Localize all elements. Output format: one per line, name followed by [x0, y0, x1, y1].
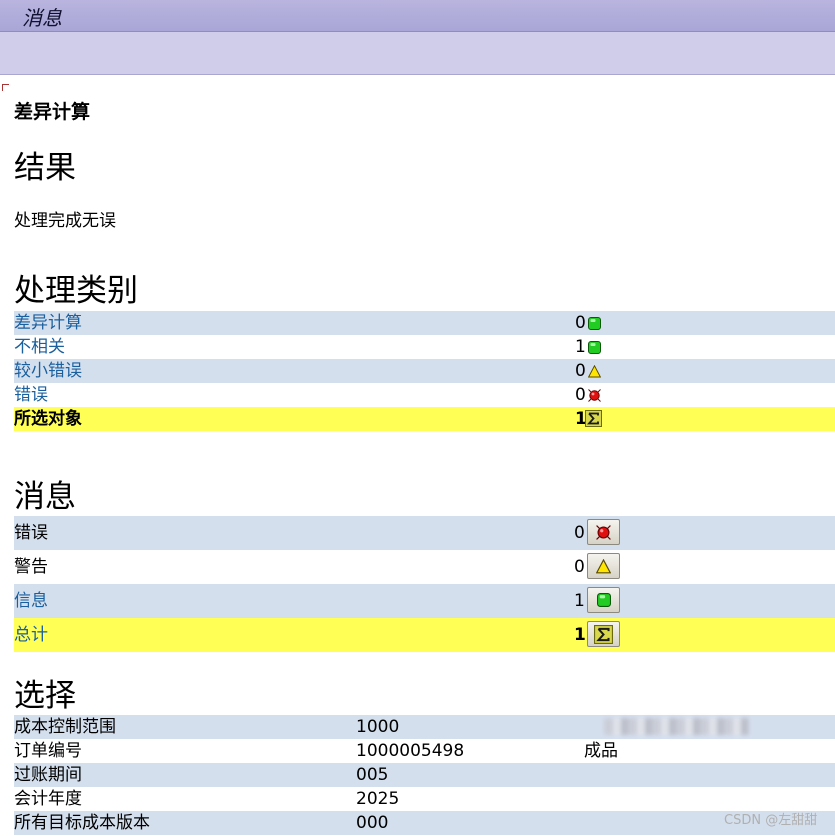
selection-row-target-version: 所有目标成本版本 000 [14, 811, 835, 835]
category-count: 0 [575, 361, 586, 381]
selection-value: 1000 [356, 717, 400, 737]
show-warnings-button[interactable] [587, 553, 620, 579]
watermark: CSDN @左甜甜 [724, 813, 818, 828]
category-label[interactable]: 错误 [14, 383, 48, 407]
message-label: 错误 [14, 523, 48, 543]
sigma-icon [594, 624, 613, 644]
section-title: 差异计算 [14, 101, 91, 123]
red-light-icon [588, 389, 601, 402]
sigma-icon [585, 410, 602, 427]
selection-value: 1000005498 [356, 741, 465, 761]
message-row-warning: 警告 0 [14, 550, 835, 584]
selection-label: 成本控制范围 [14, 717, 116, 737]
window-title: 消息 [22, 6, 62, 30]
category-row-minor-error[interactable]: 较小错误 0 [14, 359, 835, 383]
category-label[interactable]: 差异计算 [14, 311, 82, 335]
selection-value: 005 [356, 765, 389, 785]
yellow-triangle-icon [596, 558, 611, 573]
selection-extra: 成品 [584, 741, 618, 761]
category-count: 1 [575, 337, 586, 357]
category-row-error[interactable]: 错误 0 [14, 383, 835, 407]
green-light-icon [588, 317, 601, 330]
category-count: 0 [575, 385, 586, 405]
selection-row-order: 订单编号 1000005498 成品 [14, 739, 835, 763]
selection-value: 2025 [356, 789, 400, 809]
message-row-info[interactable]: 信息 1 [14, 584, 835, 618]
selection-value: 000 [356, 813, 389, 833]
selection-label: 过账期间 [14, 765, 82, 785]
message-row-total[interactable]: 总计 1 [14, 618, 835, 652]
title-bar: 消息 [0, 0, 835, 32]
show-all-button[interactable] [587, 621, 620, 647]
result-text: 处理完成无误 [14, 211, 116, 231]
result-heading: 结果 [14, 150, 76, 186]
yellow-triangle-icon [588, 365, 601, 378]
messages-heading: 消息 [14, 479, 76, 515]
categories-heading: 处理类别 [14, 273, 138, 309]
category-row-total: 所选对象 1 [14, 407, 835, 431]
selection-label: 订单编号 [14, 741, 82, 761]
selection-heading: 选择 [14, 678, 76, 714]
green-light-icon [588, 341, 601, 354]
message-label[interactable]: 信息 [14, 584, 48, 618]
green-light-icon [596, 593, 611, 607]
selection-label: 所有目标成本版本 [14, 813, 150, 833]
message-count: 1 [574, 591, 585, 611]
redacted-text [604, 718, 749, 735]
message-count: 0 [574, 523, 585, 543]
selection-row-fiscal-year: 会计年度 2025 [14, 787, 835, 811]
message-label: 警告 [14, 557, 48, 577]
message-total-label[interactable]: 总计 [14, 618, 48, 652]
category-row-not-relevant[interactable]: 不相关 1 [14, 335, 835, 359]
selection-row-controlling-area: 成本控制范围 1000 [14, 715, 835, 739]
show-info-button[interactable] [587, 587, 620, 613]
toolbar [0, 32, 835, 75]
message-count: 0 [574, 557, 585, 577]
message-total-count: 1 [574, 625, 586, 645]
red-light-icon [596, 524, 611, 540]
category-total-label: 所选对象 [14, 409, 82, 429]
show-errors-button[interactable] [587, 519, 620, 545]
selection-row-period: 过账期间 005 [14, 763, 835, 787]
category-count: 0 [575, 313, 586, 333]
category-label[interactable]: 较小错误 [14, 359, 82, 383]
message-row-error: 错误 0 [14, 516, 835, 550]
category-row-variance[interactable]: 差异计算 0 [14, 311, 835, 335]
frame-corner [2, 84, 9, 91]
category-label[interactable]: 不相关 [14, 335, 65, 359]
selection-label: 会计年度 [14, 789, 82, 809]
